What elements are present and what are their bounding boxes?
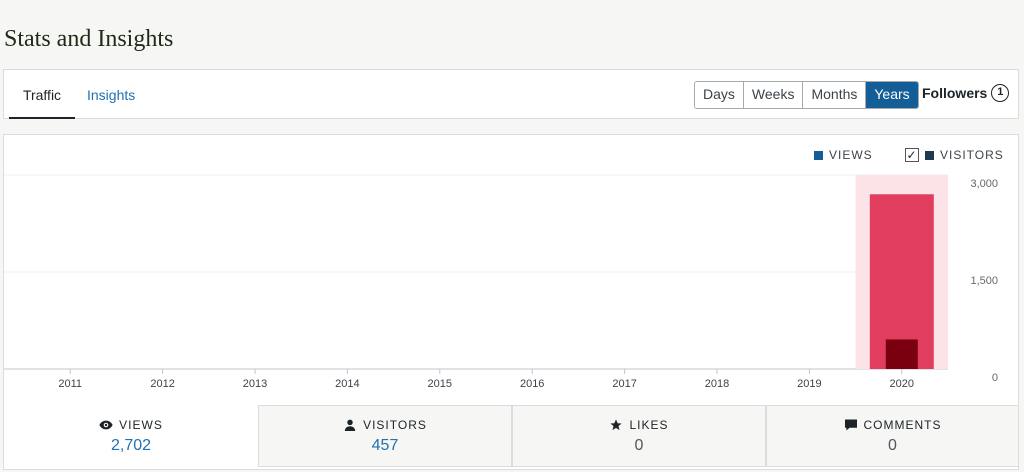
stat-value: 457 (371, 437, 399, 454)
legend-views-label: VIEWS (829, 148, 873, 162)
x-tick-label: 2019 (797, 378, 821, 390)
star-icon (610, 419, 623, 431)
stat-tab-comments[interactable]: COMMENTS 0 (766, 405, 1019, 467)
stat-label: COMMENTS (863, 418, 942, 432)
y-tick-label: 0 (992, 372, 998, 384)
legend-views-swatch (814, 150, 823, 160)
x-axis-labels: 2011 2012 2013 2014 2015 2016 2017 2018 2019 2020 (58, 369, 914, 390)
x-tick-label: 2014 (335, 378, 359, 390)
stat-label: VIEWS (119, 418, 163, 432)
chart-grid (4, 174, 948, 370)
stat-tab-likes[interactable]: LIKES 0 (512, 405, 766, 467)
legend-visitors-label: VISITORS (940, 148, 1004, 162)
visitors-checkbox[interactable]: ✓ (905, 148, 919, 162)
comment-icon (844, 419, 857, 431)
chart-bars (869, 194, 934, 369)
stat-value: 2,702 (110, 437, 152, 454)
stat-value: 0 (888, 437, 897, 454)
stat-label: VISITORS (363, 418, 427, 432)
y-tick-label: 1,500 (970, 275, 998, 287)
x-tick-label: 2015 (428, 378, 452, 390)
x-tick-label: 2018 (705, 378, 729, 390)
x-tick-label: 2016 (520, 378, 544, 390)
x-tick-label: 2012 (150, 378, 174, 390)
bar-chart: 2011 2012 2013 2014 2015 2016 2017 2018 2019 2020… (4, 174, 998, 390)
y-tick-label: 3,000 (970, 178, 998, 190)
stat-value: 0 (634, 437, 644, 454)
person-icon (344, 419, 356, 431)
stat-label: LIKES (629, 418, 669, 432)
y-axis-labels: 3,000 1,500 0 (970, 178, 998, 384)
visitors-bar (885, 339, 918, 369)
legend-visitors: ✓ VISITORS (905, 148, 1004, 162)
eye-icon (99, 420, 113, 430)
x-tick-label: 2017 (612, 378, 636, 390)
legend-views: VIEWS (814, 148, 873, 162)
x-tick-label: 2013 (243, 378, 267, 390)
x-tick-label: 2020 (890, 378, 914, 390)
stat-tab-views[interactable]: VIEWS 2,702 (4, 405, 258, 467)
legend-visitors-swatch (925, 150, 934, 160)
x-tick-label: 2011 (58, 378, 82, 390)
stat-tab-visitors[interactable]: VISITORS 457 (258, 405, 512, 467)
